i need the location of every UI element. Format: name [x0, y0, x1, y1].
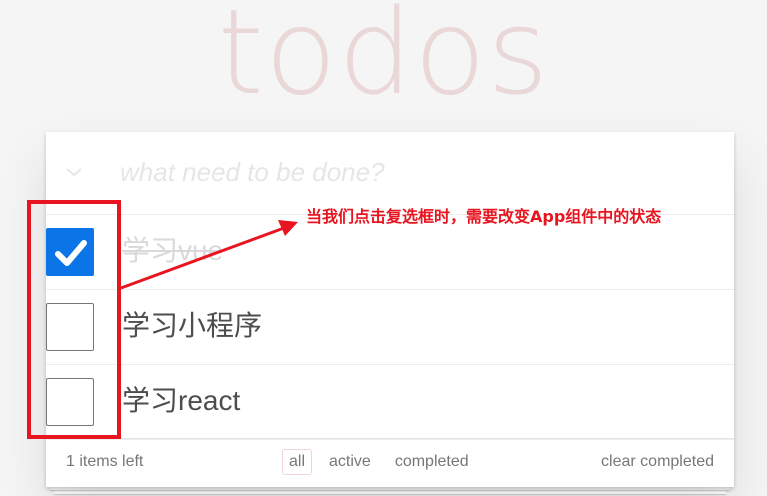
checkmark-icon: [55, 240, 87, 266]
app-title: todos: [217, 0, 550, 121]
filter-list: all active completed: [282, 449, 486, 475]
todo-checkbox[interactable]: [46, 303, 94, 351]
clear-completed-button[interactable]: clear completed: [601, 453, 714, 471]
todo-item: 学习react: [46, 365, 734, 440]
todo-checkbox-checked[interactable]: [46, 228, 94, 276]
filter-active[interactable]: active: [322, 449, 378, 475]
filter-completed[interactable]: completed: [388, 449, 476, 475]
todo-label: 学习小程序: [122, 310, 263, 341]
todo-item: 学习小程序: [46, 290, 734, 365]
todo-list: 学习vue 学习小程序 学习react: [46, 215, 734, 440]
chevron-down-icon[interactable]: [62, 160, 86, 184]
items-left-count: 1 items left: [66, 453, 144, 470]
todo-footer: 1 items left all active completed clear …: [46, 438, 734, 488]
todo-checkbox[interactable]: [46, 378, 94, 426]
todo-label: 学习vue: [122, 235, 224, 266]
filter-all[interactable]: all: [282, 449, 313, 475]
todo-label: 学习react: [122, 385, 241, 416]
todo-app: 学习vue 学习小程序 学习react 1 items left all act…: [46, 132, 734, 487]
page: todos 学习vue 学习小程序: [0, 0, 767, 496]
annotation-text: 当我们点击复选框时，需要改变App组件中的状态: [306, 207, 662, 226]
new-todo-input[interactable]: [120, 152, 700, 192]
